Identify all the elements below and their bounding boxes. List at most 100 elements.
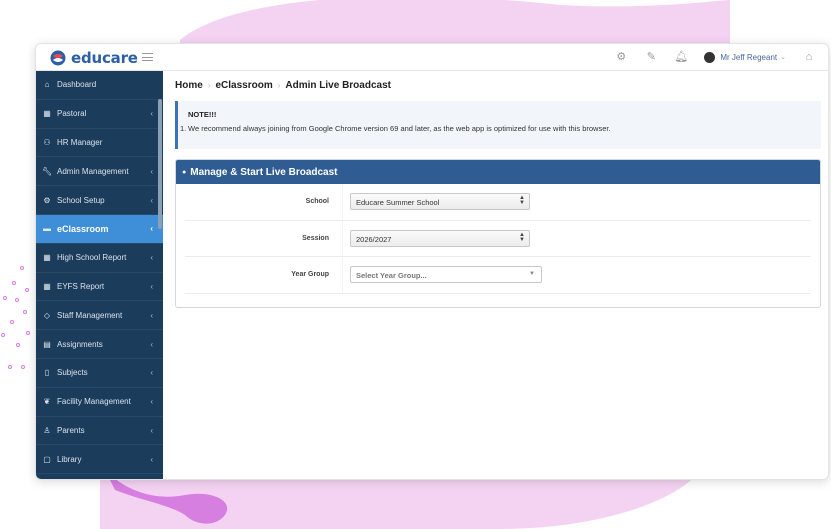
breadcrumb-eclassroom[interactable]: eClassroom [215, 80, 272, 91]
sidebar-item-label: Staff Management [57, 310, 123, 320]
select-arrows-icon: ▲ ▼ [519, 231, 525, 243]
form-row-session: Session 2026/2027 ▲ ▼ [185, 220, 811, 258]
sidebar-item-label: EYFS Report [57, 281, 105, 291]
sidebar-item-label: Dashboard [57, 80, 97, 90]
chevron-left-icon: ‹ [150, 454, 153, 464]
avatar [704, 51, 716, 63]
sidebar-item-dashboard[interactable]: ⌂ Dashboard [36, 71, 163, 100]
diamond-icon: ◇ [43, 310, 51, 320]
note-item-number: 1. [180, 124, 187, 133]
school-select-value: Educare Summer School [356, 198, 440, 207]
educare-logo-icon [50, 50, 66, 66]
chevron-left-icon: ‹ [150, 253, 153, 263]
sidebar-item-label: Subjects [57, 368, 88, 378]
chevron-left-icon: ‹ [150, 281, 153, 291]
divider [342, 184, 343, 220]
chevron-down-icon: ▼ [529, 271, 535, 278]
note-title: NOTE!!! [188, 110, 217, 119]
chevron-left-icon: ‹ [150, 425, 153, 435]
edit-icon[interactable]: ✎ [644, 50, 658, 64]
main-content: Home › eClassroom › Admin Live Broadcast… [163, 71, 828, 479]
table-icon: ▦ [43, 253, 51, 263]
leaf-icon: ❦ [43, 397, 51, 407]
divider [342, 257, 343, 293]
chevron-left-icon: ‹ [150, 397, 153, 407]
sidebar-item-label: School Setup [57, 195, 105, 205]
sidebar-item-assignments[interactable]: ▤ Assignments ‹ [36, 330, 163, 359]
breadcrumb: Home › eClassroom › Admin Live Broadcast [175, 80, 391, 91]
chevron-left-icon: ‹ [150, 310, 153, 320]
sidebar-item-label: HR Manager [57, 137, 103, 147]
sidebar-item-label: Assignments [57, 339, 103, 349]
sidebar-item-parents[interactable]: ♙ Parents ‹ [36, 417, 163, 446]
form-row-school: School Educare Summer School ▲ ▼ [185, 184, 811, 221]
menu-toggle-icon[interactable] [142, 53, 153, 61]
session-select[interactable]: 2026/2027 ▲ ▼ [350, 229, 530, 247]
sidebar-item-staff-management[interactable]: ◇ Staff Management ‹ [36, 301, 163, 331]
sidebar-item-label: Pastoral [57, 109, 87, 119]
sidebar-item-pastoral[interactable]: ▦ Pastoral ‹ [36, 100, 163, 129]
book-icon: ▤ [43, 339, 51, 349]
topbar-actions: ⚙ ✎ 🔔︎ Mr Jeff Regeant ⌄ ⌂ [614, 50, 816, 64]
home-icon: ⌂ [44, 80, 50, 90]
breadcrumb-current: Admin Live Broadcast [285, 80, 391, 91]
home-icon[interactable]: ⌂ [802, 50, 816, 64]
sidebar-item-facility-management[interactable]: ❦ Facility Management ‹ [36, 388, 163, 417]
sidebar-item-label: Library [57, 454, 82, 464]
brand-logo[interactable]: educare [50, 49, 138, 67]
year-group-label: Year Group [291, 271, 329, 279]
sidebar-item-library[interactable]: ▢ Library ‹ [36, 445, 163, 475]
chevron-left-icon: ‹ [150, 109, 153, 119]
table-icon: ▦ [43, 281, 51, 291]
info-icon: ● [182, 168, 187, 176]
school-label: School [305, 198, 329, 205]
users-icon: ⚇ [43, 137, 51, 147]
chevron-left-icon: ‹ [150, 195, 153, 205]
sidebar: ⌂ Dashboard ▦ Pastoral ‹ ⚇ HR Manager 🔧︎… [36, 71, 169, 479]
year-group-placeholder: Select Year Group... [356, 271, 427, 281]
form-row-year-group: Year Group Select Year Group... ▼ [185, 257, 811, 294]
divider [342, 220, 343, 257]
breadcrumb-home[interactable]: Home [175, 80, 203, 91]
chevron-left-icon: ‹ [150, 166, 153, 176]
gear-icon: ⚙ [43, 195, 51, 205]
note-box: NOTE!!! 1. We recommend always joining f… [175, 101, 821, 149]
year-group-select[interactable]: Select Year Group... ▼ [350, 266, 542, 284]
sidebar-item-high-school-report[interactable]: ▦ High School Report ‹ [36, 244, 163, 273]
sidebar-item-hr-manager[interactable]: ⚇ HR Manager [36, 129, 163, 158]
chevron-down-icon: ⌄ [780, 54, 786, 61]
wrench-icon: 🔧︎ [42, 166, 53, 176]
chevron-left-icon: ‹ [150, 339, 153, 349]
note-text: We recommend always joining from Google … [188, 124, 611, 133]
user-menu[interactable]: Mr Jeff Regeant ⌄ [704, 51, 786, 63]
sidebar-item-subjects[interactable]: ▯ Subjects ‹ [36, 359, 163, 388]
user-name: Mr Jeff Regeant [720, 52, 778, 62]
select-arrows-icon: ▲ ▼ [519, 195, 525, 206]
session-label: Session [302, 234, 329, 242]
screenshot-stage: educare ⚙ ✎ 🔔︎ Mr Jeff Regeant ⌄ ⌂ ⌂ Das… [0, 0, 831, 529]
gear-icon[interactable]: ⚙ [614, 50, 628, 64]
note-item: 1. We recommend always joining from Goog… [180, 124, 811, 133]
sidebar-item-eyfs-report[interactable]: ▦ EYFS Report ‹ [36, 273, 163, 302]
panel-title: Manage & Start Live Broadcast [190, 166, 338, 178]
sidebar-item-label: High School Report [57, 253, 127, 263]
session-select-value: 2026/2027 [356, 234, 392, 244]
user-icon: ♙ [43, 425, 51, 435]
table-icon: ▦ [43, 109, 51, 119]
sidebar-scrollbar[interactable] [158, 99, 162, 229]
folder-icon: ▬ [43, 224, 51, 234]
sidebar-item-label: eClassroom [57, 223, 109, 234]
broadcast-panel: ● Manage & Start Live Broadcast School E… [175, 159, 821, 308]
chevron-left-icon: ‹ [150, 224, 153, 234]
sidebar-item-school-setup[interactable]: ⚙ School Setup ‹ [36, 186, 163, 215]
sidebar-item-eclassroom[interactable]: ▬ eClassroom ‹ [36, 214, 169, 244]
breadcrumb-separator: › [277, 81, 281, 90]
sidebar-item-label: Admin Management [57, 166, 129, 176]
chevron-left-icon: ‹ [150, 368, 153, 378]
sidebar-item-admin-management[interactable]: 🔧︎ Admin Management ‹ [36, 157, 163, 187]
bell-icon[interactable]: 🔔︎ [674, 50, 688, 64]
school-select[interactable]: Educare Summer School ▲ ▼ [350, 193, 530, 210]
notebook-icon: ▯ [44, 368, 50, 378]
book-open-icon: ▢ [43, 454, 51, 464]
brand-name: educare [71, 49, 138, 67]
